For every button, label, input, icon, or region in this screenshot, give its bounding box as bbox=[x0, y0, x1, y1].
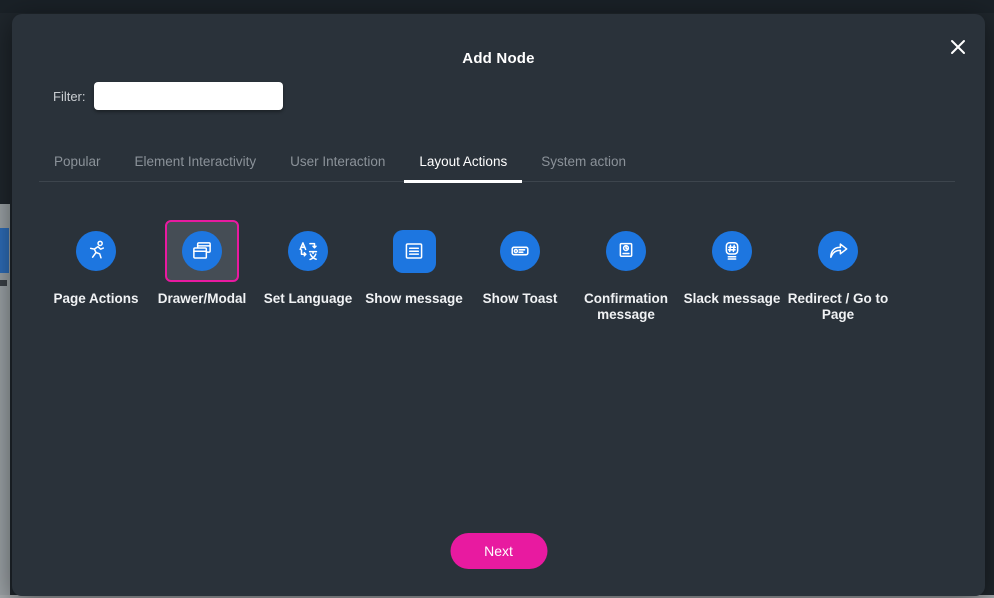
action-label: Page Actions bbox=[53, 291, 139, 306]
action-tile-page-actions[interactable]: Page Actions bbox=[43, 220, 149, 323]
action-tile-confirmation-message[interactable]: Confirmation message bbox=[573, 220, 679, 323]
filter-row: Filter: bbox=[53, 82, 283, 110]
tab-layout-actions[interactable]: Layout Actions bbox=[404, 144, 523, 183]
translate-icon bbox=[288, 231, 328, 271]
tab-system-action[interactable]: System action bbox=[526, 144, 641, 183]
next-button[interactable]: Next bbox=[450, 533, 547, 569]
action-label: Redirect / Go to Page bbox=[787, 291, 889, 322]
window-stack-icon bbox=[182, 231, 222, 271]
action-label: Confirmation message bbox=[584, 291, 668, 322]
modal-title: Add Node bbox=[462, 50, 535, 67]
action-label: Show Toast bbox=[482, 291, 558, 306]
action-label: Set Language bbox=[263, 291, 353, 306]
tab-user-interaction[interactable]: User Interaction bbox=[275, 144, 400, 183]
action-tile-show-toast[interactable]: Show Toast bbox=[467, 220, 573, 323]
tab-bar: Popular Element Interactivity User Inter… bbox=[39, 144, 955, 183]
filter-input[interactable] bbox=[93, 82, 283, 110]
redirect-arrow-icon bbox=[818, 231, 858, 271]
action-tile-show-message[interactable]: Show message bbox=[361, 220, 467, 323]
background-top-bar bbox=[0, 0, 994, 13]
action-label: Drawer/Modal bbox=[157, 291, 247, 306]
runner-icon bbox=[76, 231, 116, 271]
action-label: Slack message bbox=[683, 291, 781, 306]
action-tile-redirect-go-to-page[interactable]: Redirect / Go to Page bbox=[785, 220, 891, 323]
action-tile-slack-message[interactable]: Slack message bbox=[679, 220, 785, 323]
action-label: Show message bbox=[365, 291, 463, 306]
action-tile-set-language[interactable]: Set Language bbox=[255, 220, 361, 323]
tab-element-interactivity[interactable]: Element Interactivity bbox=[120, 144, 272, 183]
close-button[interactable] bbox=[943, 32, 973, 62]
tab-popular[interactable]: Popular bbox=[39, 144, 116, 183]
action-grid: Page Actions Drawer/Modal Set Language S… bbox=[43, 220, 891, 323]
close-icon bbox=[948, 37, 968, 57]
message-lines-icon bbox=[392, 229, 436, 273]
background-left-tick bbox=[0, 280, 7, 286]
action-tile-drawer-modal[interactable]: Drawer/Modal bbox=[149, 220, 255, 323]
toast-icon bbox=[500, 231, 540, 271]
add-node-modal: Add Node Filter: Popular Element Interac… bbox=[12, 14, 985, 596]
slack-hash-icon bbox=[712, 231, 752, 271]
background-sidebar-item bbox=[0, 228, 9, 273]
filter-label: Filter: bbox=[53, 88, 86, 104]
page-backdrop: { "modal": { "title": "Add Node" }, "fil… bbox=[0, 0, 994, 598]
confirmation-doc-icon bbox=[606, 231, 646, 271]
